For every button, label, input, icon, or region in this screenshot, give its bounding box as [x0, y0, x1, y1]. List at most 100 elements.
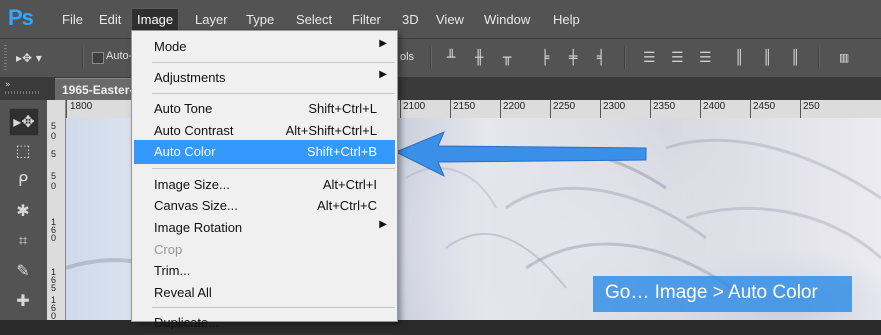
menu-item-shortcut: Alt+Shift+Ctrl+L: [285, 123, 377, 138]
toolbox-collapse-tab[interactable]: »: [0, 78, 47, 100]
ruler-label: 1800: [70, 101, 93, 112]
align-bottom-edges-icon[interactable]: ╥: [503, 50, 511, 66]
distribute-vertical-centers-icon[interactable]: ☰: [671, 50, 684, 66]
menu-file[interactable]: File: [57, 10, 88, 30]
options-divider: [82, 47, 84, 69]
menu-select[interactable]: Select: [291, 10, 337, 30]
transform-controls-label: ols: [400, 51, 415, 63]
menu-item-canvas-size[interactable]: Canvas Size... Alt+Ctrl+C: [134, 194, 395, 218]
ruler-label: 250: [803, 101, 820, 112]
menu-item-shortcut: Shift+Ctrl+B: [306, 144, 377, 159]
pointer-arrow-icon: [394, 131, 647, 178]
menu-item-label: Auto Color: [154, 144, 216, 159]
move-tool-icon[interactable]: ▸✥: [9, 108, 39, 136]
ruler-tick: [700, 100, 701, 118]
eyedropper-tool-icon[interactable]: ✎: [9, 258, 37, 284]
menu-item-label: Canvas Size...: [154, 198, 238, 213]
menu-window[interactable]: Window: [479, 10, 535, 30]
collapse-chevron-icon[interactable]: »: [5, 80, 11, 90]
menu-view[interactable]: View: [431, 10, 469, 30]
options-divider: [430, 47, 432, 69]
ruler-label: 5: [51, 283, 57, 293]
distribute-bottom-edges-icon[interactable]: ☰: [699, 50, 712, 66]
move-tool-preset-icon[interactable]: ▸✥ ▾: [16, 51, 42, 65]
image-menu-dropdown: Mode ▶ Adjustments ▶ Auto Tone Shift+Ctr…: [131, 30, 398, 330]
lasso-tool-icon[interactable]: ᑭ: [9, 168, 37, 194]
panel-grip[interactable]: [5, 91, 41, 94]
ruler-tick: [450, 100, 451, 118]
menu-item-label: Crop: [154, 242, 183, 257]
distribute-left-edges-icon[interactable]: ║: [735, 50, 743, 66]
menu-item-shortcut: Shift+Ctrl+L: [308, 101, 377, 116]
menu-item-adjustments[interactable]: Adjustments ▶: [134, 66, 395, 90]
menu-item-label: Image Rotation: [154, 220, 243, 235]
photoshop-logo: Ps: [8, 5, 34, 30]
menu-item-label: Mode: [154, 39, 187, 54]
ruler-label: 0: [51, 181, 57, 191]
auto-select-label: Auto-: [106, 50, 133, 62]
magic-wand-tool-icon[interactable]: ✱: [9, 198, 37, 224]
menu-filter[interactable]: Filter: [347, 10, 386, 30]
distribute-top-edges-icon[interactable]: ☰: [643, 50, 656, 66]
auto-align-layers-icon[interactable]: ▥: [840, 50, 848, 66]
ruler-label: 2400: [703, 101, 726, 112]
marquee-tool-icon[interactable]: ⬚: [9, 138, 37, 164]
ruler-label: 2100: [403, 101, 426, 112]
menu-item-shortcut: Alt+Ctrl+I: [322, 177, 377, 192]
menu-item-label: Duplicate...: [154, 315, 220, 330]
align-horizontal-centers-icon[interactable]: ╪: [569, 50, 577, 66]
menu-item-trim[interactable]: Trim...: [134, 259, 395, 283]
submenu-arrow-icon: ▶: [379, 69, 387, 80]
menu-item-label: Trim...: [154, 263, 191, 278]
options-bar-grip[interactable]: [4, 45, 7, 71]
instruction-callout: Go… Image > Auto Color: [593, 276, 852, 312]
submenu-arrow-icon: ▶: [379, 38, 387, 49]
align-top-edges-icon[interactable]: ╨: [447, 50, 455, 66]
menu-separator: [152, 62, 395, 63]
auto-select-checkbox[interactable]: [92, 52, 104, 64]
ruler-tick: [500, 100, 501, 118]
crop-tool-icon[interactable]: ⌗: [9, 228, 37, 254]
ruler-label: 0: [51, 233, 57, 243]
menu-separator: [152, 307, 395, 308]
menu-image[interactable]: Image: [131, 8, 180, 32]
distribute-horizontal-centers-icon[interactable]: ║: [763, 50, 771, 66]
ruler-label: 2200: [503, 101, 526, 112]
align-right-edges-icon[interactable]: ╡: [597, 50, 605, 66]
menu-item-label: Auto Tone: [154, 101, 213, 116]
menu-item-label: Adjustments: [154, 70, 226, 85]
ruler-tick: [800, 100, 801, 118]
menu-help[interactable]: Help: [548, 10, 585, 30]
ruler-tick: [650, 100, 651, 118]
menu-item-auto-color[interactable]: Auto Color Shift+Ctrl+B: [134, 140, 395, 164]
menu-item-label: Image Size...: [154, 177, 230, 192]
ruler-tick: [750, 100, 751, 118]
toolbox: ▸✥ ⬚ ᑭ ✱ ⌗ ✎ ✚: [0, 100, 48, 320]
ruler-label: 0: [51, 311, 57, 321]
ruler-tick: [400, 100, 401, 118]
ruler-label: 2450: [753, 101, 776, 112]
menu-layer[interactable]: Layer: [190, 10, 233, 30]
menu-item-duplicate[interactable]: Duplicate...: [134, 311, 395, 335]
distribute-right-edges-icon[interactable]: ║: [791, 50, 799, 66]
menu-3d[interactable]: 3D: [397, 10, 424, 30]
align-left-edges-icon[interactable]: ╞: [541, 50, 549, 66]
menu-edit[interactable]: Edit: [94, 10, 126, 30]
healing-brush-tool-icon[interactable]: ✚: [9, 288, 37, 314]
align-vertical-centers-icon[interactable]: ╫: [475, 50, 483, 66]
menu-type[interactable]: Type: [241, 10, 279, 30]
ruler-label: 0: [51, 131, 57, 141]
submenu-arrow-icon: ▶: [379, 219, 387, 230]
menu-item-mode[interactable]: Mode ▶: [134, 35, 395, 59]
callout-text: Go… Image > Auto Color: [605, 282, 818, 303]
ruler-label: 5: [51, 149, 57, 159]
menu-item-label: Reveal All: [154, 285, 212, 300]
menu-item-shortcut: Alt+Ctrl+C: [317, 198, 377, 213]
menu-item-reveal-all[interactable]: Reveal All: [134, 281, 395, 305]
menu-item-image-rotation[interactable]: Image Rotation ▶: [134, 216, 395, 240]
ruler-label: 2300: [603, 101, 626, 112]
ruler-tick: [550, 100, 551, 118]
menu-item-auto-tone[interactable]: Auto Tone Shift+Ctrl+L: [134, 97, 395, 121]
ruler-label: 2250: [553, 101, 576, 112]
ruler-label: 2150: [453, 101, 476, 112]
